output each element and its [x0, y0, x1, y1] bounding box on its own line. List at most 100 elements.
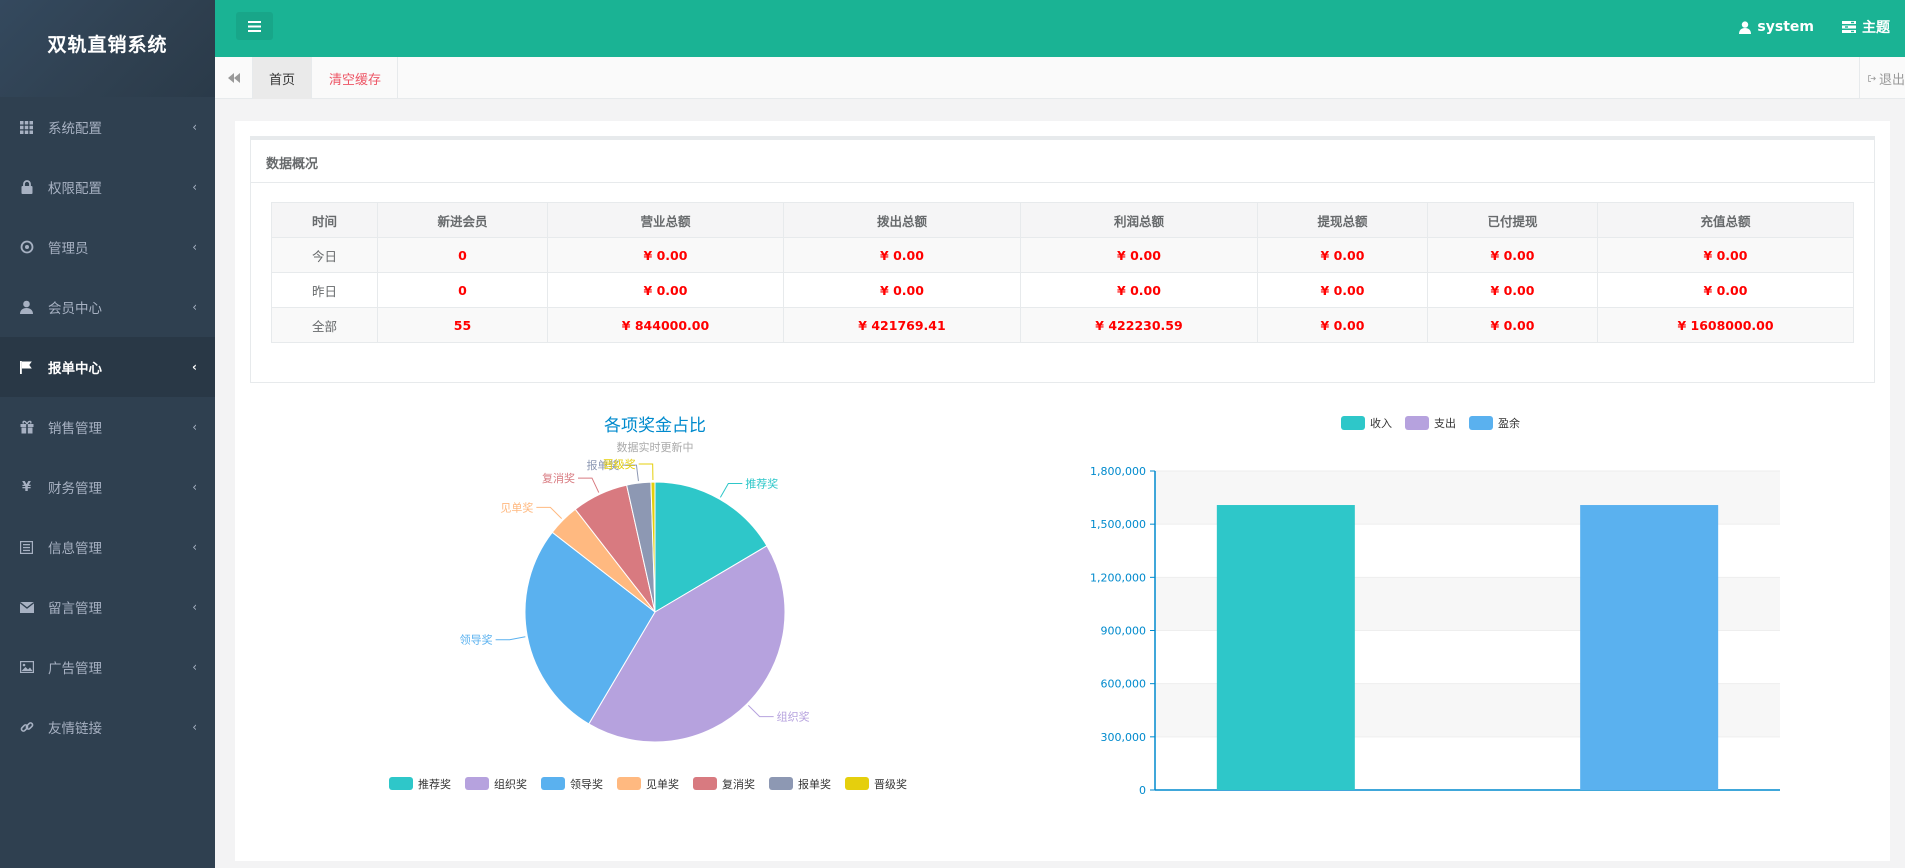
legend-swatch	[465, 777, 489, 790]
table-cell: 0	[377, 237, 548, 273]
chevron-left-icon: ‹	[192, 480, 197, 494]
bar-1[interactable]	[1216, 505, 1355, 790]
table-cell: ¥ 0.00	[783, 237, 1021, 273]
table-cell: ¥ 1608000.00	[1597, 307, 1854, 343]
legend-item[interactable]: 复消奖	[693, 777, 755, 791]
menu-toggle-button[interactable]	[236, 12, 273, 40]
top-navbar: system 主题	[215, 0, 1905, 57]
y-tick-label: 1,200,000	[1090, 571, 1146, 584]
legend-swatch	[769, 777, 793, 790]
sidebar-item-info[interactable]: 信息管理 ‹	[0, 517, 215, 577]
sidebar-item-member-center[interactable]: 会员中心 ‹	[0, 277, 215, 337]
legend-item[interactable]: 晋级奖	[845, 777, 907, 791]
sidebar-item-links[interactable]: 友情链接 ‹	[0, 697, 215, 757]
pie-label: 晋级奖	[603, 457, 636, 471]
legend-item[interactable]: 见单奖	[617, 777, 679, 791]
grid-icon	[19, 120, 34, 135]
legend-swatch	[617, 777, 641, 790]
y-tick-label: 600,000	[1101, 678, 1147, 691]
y-tick-label: 300,000	[1101, 731, 1147, 744]
stats-table: 时间 新进会员 营业总额 拨出总额 利润总额 提现总额 已付提现 充值总额 今日…	[271, 202, 1854, 343]
legend-swatch	[541, 777, 565, 790]
table-cell: ¥ 0.00	[547, 237, 784, 273]
legend-item[interactable]: 盈余	[1469, 416, 1520, 430]
column-header: 提现总额	[1257, 202, 1428, 238]
sidebar-item-sales[interactable]: 销售管理 ‹	[0, 397, 215, 457]
sidebar-item-system-config[interactable]: 系统配置 ‹	[0, 97, 215, 157]
table-cell: ¥ 0.00	[783, 272, 1021, 308]
pie-leader-line	[719, 482, 743, 498]
bonus-pie-chart: 各项奖金占比数据实时更新中推荐奖组织奖领导奖见单奖复消奖报单奖晋级奖推荐奖 组织奖…	[389, 416, 907, 791]
chevron-left-icon: ‹	[192, 180, 197, 194]
y-tick-label: 1,800,000	[1090, 465, 1146, 478]
pie-label: 组织奖	[777, 710, 810, 724]
table-row: 昨日 0 ¥ 0.00 ¥ 0.00 ¥ 0.00 ¥ 0.00 ¥ 0.00 …	[271, 272, 1854, 308]
yen-icon: ¥	[21, 479, 32, 495]
table-cell: ¥ 0.00	[1427, 272, 1598, 308]
chevron-left-icon: ‹	[192, 240, 197, 254]
sidebar-item-label: 系统配置	[48, 121, 102, 137]
y-tick-label: 900,000	[1101, 625, 1147, 638]
tab-clear-cache[interactable]: 清空缓存	[313, 57, 399, 99]
sign-out-icon	[1868, 74, 1876, 82]
tab-home[interactable]: 首页	[253, 57, 313, 99]
legend-item[interactable]: 支出	[1405, 416, 1456, 430]
legend-swatch	[845, 777, 869, 790]
sidebar-item-order-center[interactable]: 报单中心 ‹	[0, 337, 215, 397]
column-header: 营业总额	[547, 202, 784, 238]
table-row: 全部 55 ¥ 844000.00 ¥ 421769.41 ¥ 422230.5…	[271, 307, 1854, 343]
chevron-left-icon: ‹	[192, 300, 197, 314]
sidebar-item-label: 会员中心	[48, 301, 102, 317]
pie-leader-line	[747, 704, 774, 718]
chevron-left-icon: ‹	[192, 540, 197, 554]
legend-swatch	[389, 777, 413, 790]
sidebar-item-label: 销售管理	[48, 421, 102, 437]
legend-item[interactable]: 组织奖	[465, 777, 527, 791]
panel-title: 数据概况	[251, 140, 1874, 183]
sidebar-item-permission-config[interactable]: 权限配置 ‹	[0, 157, 215, 217]
user-menu[interactable]: system	[1739, 17, 1814, 37]
sidebar-item-admin[interactable]: 管理员 ‹	[0, 217, 215, 277]
tabs-scroll-left-button[interactable]	[215, 57, 253, 99]
y-tick-label: 1,500,000	[1090, 518, 1146, 531]
legend-label: 收入	[1370, 416, 1392, 430]
sidebar-item-label: 管理员	[48, 241, 89, 257]
sidebar-item-messages[interactable]: 留言管理 ‹	[0, 577, 215, 637]
pie-leader-line	[536, 506, 563, 520]
username: system	[1757, 19, 1814, 35]
overview-panel: 数据概况 时间 新进会员 营业总额 拨出总额 利润总额 提现总额 已付提现 充值…	[250, 136, 1875, 383]
pie-leader-line	[577, 477, 600, 493]
table-cell: ¥ 0.00	[1597, 272, 1854, 308]
pie-label: 见单奖	[500, 500, 533, 514]
pie-label: 复消奖	[542, 471, 575, 485]
bar-3[interactable]	[1580, 505, 1719, 790]
link-icon	[19, 720, 34, 735]
app-logo: 双轨直销系统	[0, 0, 215, 97]
sidebar-item-finance[interactable]: ¥ 财务管理 ‹	[0, 457, 215, 517]
legend-item[interactable]: 推荐奖	[389, 777, 451, 791]
exit-label: 退出	[1878, 72, 1905, 88]
sidebar-item-label: 信息管理	[48, 541, 102, 557]
sidebar-item-label: 财务管理	[48, 481, 102, 497]
legend-item[interactable]: 领导奖	[541, 777, 603, 791]
legend-label: 推荐奖	[418, 777, 451, 791]
theme-button[interactable]: 主题	[1842, 17, 1890, 37]
column-header: 充值总额	[1597, 202, 1854, 238]
pie-leader-line	[495, 636, 526, 641]
table-cell: ¥ 422230.59	[1020, 307, 1258, 343]
table-cell: ¥ 844000.00	[547, 307, 784, 343]
legend-label: 复消奖	[722, 777, 755, 791]
legend-label: 晋级奖	[874, 777, 907, 791]
sidebar-item-label: 友情链接	[48, 721, 102, 737]
exit-button[interactable]: 退出	[1859, 57, 1905, 99]
column-header: 新进会员	[377, 202, 548, 238]
legend-item[interactable]: 报单奖	[769, 777, 831, 791]
column-header: 拨出总额	[783, 202, 1021, 238]
legend-label: 组织奖	[494, 777, 527, 791]
table-cell: ¥ 0.00	[1020, 237, 1258, 273]
theme-icon	[1842, 21, 1856, 33]
sidebar-item-ads[interactable]: 广告管理 ‹	[0, 637, 215, 697]
table-cell: 0	[377, 272, 548, 308]
legend-item[interactable]: 收入	[1341, 416, 1392, 430]
row-label: 今日	[271, 237, 378, 273]
